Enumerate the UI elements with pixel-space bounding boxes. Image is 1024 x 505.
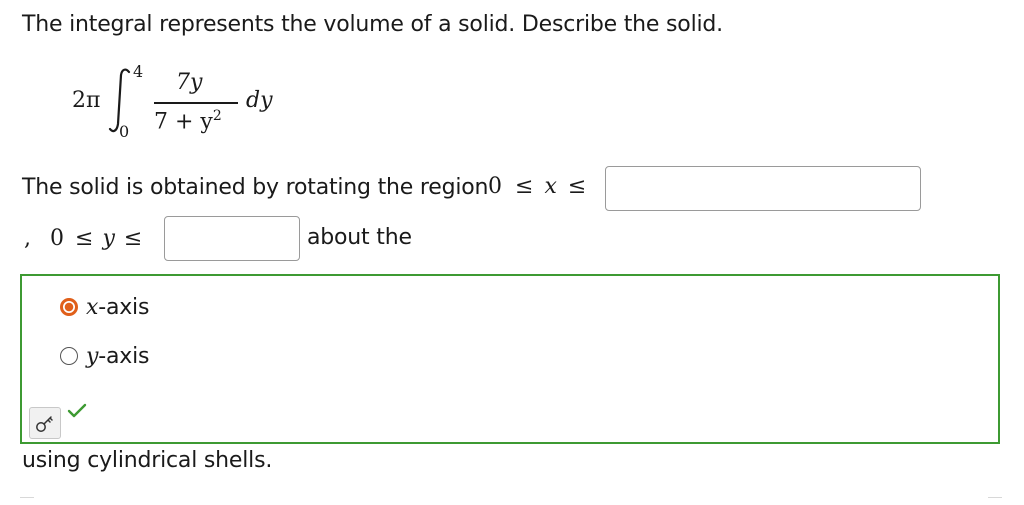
choice-x-axis-label: x-axis [86,294,149,322]
y-inequality: 0 ≤ y ≤ [50,226,142,251]
choice-x-variable: x [86,295,99,320]
x-inequality: 0 ≤ x ≤ [488,174,586,199]
comma: , [24,226,31,251]
radio-y-axis[interactable] [60,347,78,365]
leq-symbol: ≤ [123,226,143,251]
fraction-denominator: 7 + y2 [154,108,222,134]
choice-y-suffix: -axis [98,344,150,369]
integral-coefficient: 2π [72,88,101,113]
denominator-base: 7 + y [154,109,213,135]
integral-differential: dy [246,88,273,113]
key-icon [36,416,53,432]
x-variable: x [544,174,557,199]
x-upper-bound-input[interactable] [605,166,921,211]
fraction-numerator: 7y [176,70,203,95]
x-lower-bound: 0 [488,174,502,199]
divider [988,497,1002,498]
y-variable: y [102,226,115,251]
choice-x-suffix: -axis [98,295,150,320]
fraction-bar [154,102,238,104]
radio-x-axis[interactable] [60,298,78,316]
choice-y-axis-label: y-axis [86,343,149,371]
divider [20,497,34,498]
leq-symbol: ≤ [75,226,94,251]
axis-choice-panel: x-axis y-axis [20,274,1000,444]
y-upper-bound-input[interactable] [164,216,300,261]
choice-x-axis[interactable]: x-axis [60,294,220,324]
checkmark-icon [67,403,87,418]
key-button[interactable] [29,407,61,439]
question-prompt: The integral represents the volume of a … [22,12,723,37]
closing-text: using cylindrical shells. [22,448,273,473]
y-lower-bound: 0 [50,226,64,251]
integral-lower-limit: 0 [119,122,130,141]
statement-part1: The solid is obtained by rotating the re… [22,175,489,200]
choice-y-variable: y [86,344,99,369]
leq-symbol: ≤ [515,174,534,199]
denominator-exponent: 2 [212,108,222,124]
choice-y-axis[interactable]: y-axis [60,343,220,373]
leq-symbol: ≤ [567,174,587,199]
integral-expression: 2π 4 0 7y 7 + y2 dy [70,60,300,145]
statement-part2: about the [307,225,412,250]
integral-upper-limit: 4 [133,62,144,81]
